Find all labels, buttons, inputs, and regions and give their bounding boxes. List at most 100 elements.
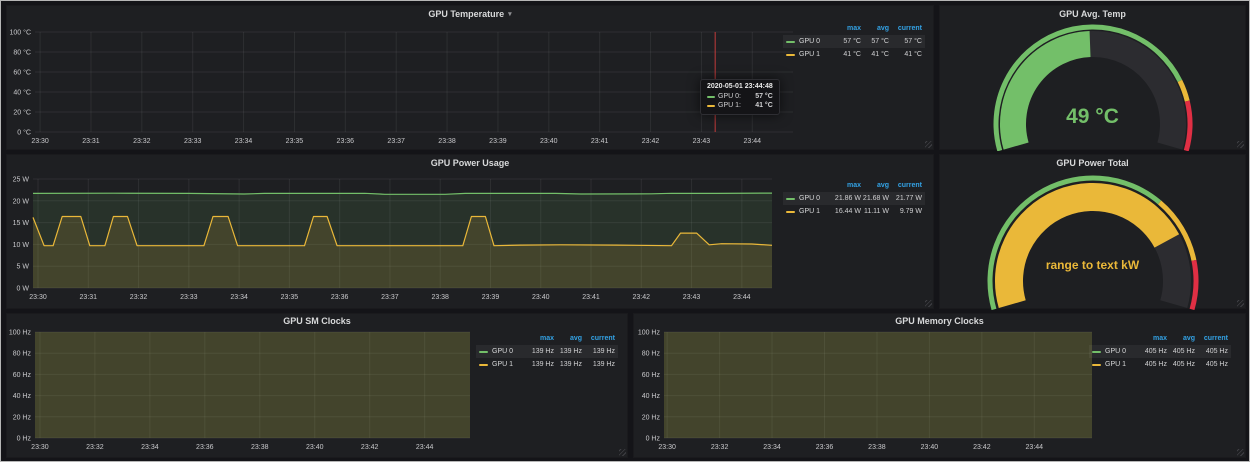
panel-title-text: GPU Avg. Temp bbox=[1059, 9, 1126, 19]
legend-series-value: 9.79 W bbox=[889, 208, 922, 215]
svg-text:23:30: 23:30 bbox=[31, 444, 49, 451]
legend-series-value: 41 °C bbox=[833, 51, 861, 58]
svg-text:23:38: 23:38 bbox=[868, 444, 886, 451]
legend-col-max[interactable]: max bbox=[833, 182, 861, 189]
panel-resize-handle[interactable] bbox=[1237, 300, 1244, 307]
panel-title-gpu-memory-clocks[interactable]: GPU Memory Clocks bbox=[634, 314, 1245, 328]
legend-series-value: 139 Hz bbox=[554, 361, 582, 368]
legend-series-name[interactable]: GPU 1 bbox=[492, 361, 526, 368]
legend-series-value: 57 °C bbox=[861, 38, 889, 45]
svg-text:23:39: 23:39 bbox=[482, 294, 500, 301]
series-dash-icon bbox=[1092, 351, 1101, 353]
gauge-value: 49 °C bbox=[940, 105, 1245, 129]
panel-resize-handle[interactable] bbox=[1237, 449, 1244, 456]
svg-text:25 W: 25 W bbox=[13, 177, 30, 184]
panel-resize-handle[interactable] bbox=[619, 449, 626, 456]
tooltip-series-value: 57 °C bbox=[747, 93, 773, 100]
svg-text:40 °C: 40 °C bbox=[13, 89, 31, 97]
svg-text:60 °C: 60 °C bbox=[13, 69, 31, 77]
legend-series-value: 139 Hz bbox=[582, 348, 615, 355]
panel-title-gpu-sm-clocks[interactable]: GPU SM Clocks bbox=[7, 314, 627, 328]
svg-text:80 °C: 80 °C bbox=[13, 49, 31, 57]
panel-resize-handle[interactable] bbox=[1237, 141, 1244, 148]
legend-col-max[interactable]: max bbox=[833, 25, 861, 32]
legend-header-row: maxavgcurrent bbox=[1089, 332, 1231, 345]
legend-series-name[interactable]: GPU 0 bbox=[799, 38, 833, 45]
panel-resize-handle[interactable] bbox=[925, 300, 932, 307]
svg-text:23:40: 23:40 bbox=[306, 444, 324, 451]
legend-col-current[interactable]: current bbox=[889, 182, 922, 189]
legend-series-value: 405 Hz bbox=[1195, 361, 1228, 368]
legend-series-value: 41 °C bbox=[861, 51, 889, 58]
chart-tooltip: 2020-05-01 23:44:48 GPU 0: 57 °C GPU 1: … bbox=[700, 79, 780, 115]
svg-text:23:44: 23:44 bbox=[744, 138, 762, 145]
panel-gpu-power-total: GPU Power Total range to text kW bbox=[939, 154, 1246, 309]
legend-header-row: maxavgcurrent bbox=[476, 332, 618, 345]
svg-text:23:40: 23:40 bbox=[540, 138, 558, 145]
svg-text:23:33: 23:33 bbox=[184, 138, 202, 145]
svg-text:23:34: 23:34 bbox=[141, 444, 159, 451]
legend-series-name[interactable]: GPU 0 bbox=[799, 195, 833, 202]
svg-text:20 W: 20 W bbox=[13, 198, 30, 205]
series-dash-icon bbox=[786, 54, 795, 56]
panel-resize-handle[interactable] bbox=[925, 141, 932, 148]
legend-series-value: 21.68 W bbox=[861, 195, 889, 202]
legend-col-avg[interactable]: avg bbox=[861, 25, 889, 32]
legend-col-current[interactable]: current bbox=[889, 25, 922, 32]
series-dash-icon bbox=[707, 96, 715, 98]
svg-text:20 Hz: 20 Hz bbox=[13, 414, 32, 421]
legend-header-row: maxavgcurrent bbox=[783, 22, 925, 35]
svg-text:23:35: 23:35 bbox=[281, 294, 299, 301]
panel-title-text: GPU Power Usage bbox=[431, 158, 510, 168]
legend-series-row: GPU 141 °C41 °C41 °C bbox=[783, 48, 925, 61]
panel-title-gpu-power-usage[interactable]: GPU Power Usage bbox=[7, 155, 933, 171]
legend-series-row: GPU 116.44 W11.11 W9.79 W bbox=[783, 205, 925, 218]
svg-text:23:34: 23:34 bbox=[763, 444, 781, 451]
svg-text:5 W: 5 W bbox=[17, 264, 30, 271]
grafana-dashboard: GPU Temperature ▾ 0 °C20 °C40 °C60 °C80 … bbox=[0, 0, 1250, 462]
panel-gpu-avg-temp: GPU Avg. Temp 49 °C bbox=[939, 5, 1246, 150]
svg-text:0 W: 0 W bbox=[17, 286, 30, 293]
panel-gpu-temperature: GPU Temperature ▾ 0 °C20 °C40 °C60 °C80 … bbox=[6, 5, 934, 150]
panel-gpu-memory-clocks: GPU Memory Clocks 0 Hz20 Hz40 Hz60 Hz80 … bbox=[633, 313, 1246, 458]
svg-text:23:44: 23:44 bbox=[416, 444, 434, 451]
legend-col-avg[interactable]: avg bbox=[554, 335, 582, 342]
legend-series-value: 139 Hz bbox=[526, 348, 554, 355]
svg-text:23:41: 23:41 bbox=[591, 138, 609, 145]
legend-col-avg[interactable]: avg bbox=[861, 182, 889, 189]
series-dash-icon bbox=[786, 198, 795, 200]
svg-text:23:44: 23:44 bbox=[1026, 444, 1044, 451]
legend-series-value: 405 Hz bbox=[1167, 348, 1195, 355]
tooltip-series-name: GPU 0: bbox=[718, 93, 741, 100]
svg-text:23:31: 23:31 bbox=[82, 138, 100, 145]
legend-col-max[interactable]: max bbox=[526, 335, 554, 342]
svg-text:100 Hz: 100 Hz bbox=[9, 330, 32, 337]
legend-series-name[interactable]: GPU 1 bbox=[799, 51, 833, 58]
svg-text:0 Hz: 0 Hz bbox=[17, 436, 32, 443]
tooltip-row: GPU 0: 57 °C bbox=[707, 92, 773, 101]
svg-text:23:34: 23:34 bbox=[235, 138, 253, 145]
gpu-memory-clocks-legend: maxavgcurrentGPU 0405 Hz405 Hz405 HzGPU … bbox=[1089, 332, 1231, 371]
panel-title-text: GPU Power Total bbox=[1056, 158, 1128, 168]
svg-text:40 Hz: 40 Hz bbox=[13, 393, 32, 400]
legend-series-name[interactable]: GPU 1 bbox=[1105, 361, 1139, 368]
svg-text:23:38: 23:38 bbox=[438, 138, 456, 145]
legend-col-avg[interactable]: avg bbox=[1167, 335, 1195, 342]
svg-text:23:32: 23:32 bbox=[133, 138, 151, 145]
legend-col-current[interactable]: current bbox=[1195, 335, 1228, 342]
svg-text:23:36: 23:36 bbox=[331, 294, 349, 301]
svg-text:23:30: 23:30 bbox=[29, 294, 47, 301]
tooltip-row: GPU 1: 41 °C bbox=[707, 101, 773, 110]
panel-title-text: GPU Temperature bbox=[428, 9, 504, 19]
legend-series-name[interactable]: GPU 0 bbox=[492, 348, 526, 355]
svg-text:23:39: 23:39 bbox=[489, 138, 507, 145]
legend-col-max[interactable]: max bbox=[1139, 335, 1167, 342]
legend-series-value: 21.86 W bbox=[833, 195, 861, 202]
legend-series-name[interactable]: GPU 1 bbox=[799, 208, 833, 215]
legend-series-name[interactable]: GPU 0 bbox=[1105, 348, 1139, 355]
gpu-power-usage-legend: maxavgcurrentGPU 021.86 W21.68 W21.77 WG… bbox=[783, 179, 925, 218]
tooltip-timestamp: 2020-05-01 23:44:48 bbox=[707, 83, 773, 90]
legend-series-value: 139 Hz bbox=[526, 361, 554, 368]
panel-title-gpu-temperature[interactable]: GPU Temperature ▾ bbox=[7, 6, 933, 22]
legend-col-current[interactable]: current bbox=[582, 335, 615, 342]
